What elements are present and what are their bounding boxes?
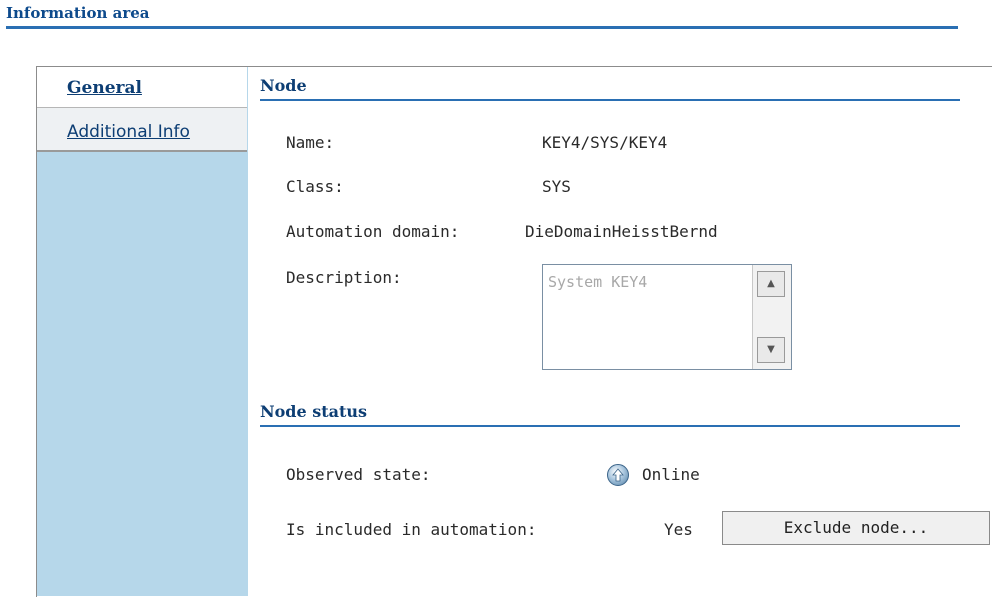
node-status-section-heading: Node status: [260, 402, 960, 427]
name-value: KEY4/SYS/KEY4: [542, 133, 668, 152]
online-state-icon: [607, 464, 629, 486]
tab-additional-info[interactable]: Additional Info: [37, 108, 247, 152]
description-textarea[interactable]: System KEY4 ▲ ▼: [542, 264, 792, 370]
name-label: Name:: [286, 133, 335, 152]
automation-domain-label: Automation domain:: [286, 222, 460, 241]
description-scrollbar[interactable]: ▲ ▼: [752, 265, 791, 369]
included-in-automation-label: Is included in automation:: [286, 520, 537, 539]
tab-general[interactable]: General: [37, 67, 247, 108]
sidebar: General Additional Info: [36, 66, 248, 596]
description-label: Description:: [286, 268, 402, 287]
scroll-down-icon[interactable]: ▼: [757, 337, 785, 363]
included-in-automation-value: Yes: [664, 520, 693, 539]
class-value: SYS: [542, 177, 571, 196]
node-section-heading: Node: [260, 76, 960, 101]
automation-domain-value: DieDomainHeisstBernd: [525, 222, 718, 241]
information-area-title: Information area: [6, 4, 958, 29]
scroll-up-icon[interactable]: ▲: [757, 271, 785, 297]
observed-state-value: Online: [642, 465, 700, 484]
class-label: Class:: [286, 177, 344, 196]
observed-state-label: Observed state:: [286, 465, 431, 484]
description-text: System KEY4: [548, 273, 648, 291]
exclude-node-button[interactable]: Exclude node...: [722, 511, 990, 545]
